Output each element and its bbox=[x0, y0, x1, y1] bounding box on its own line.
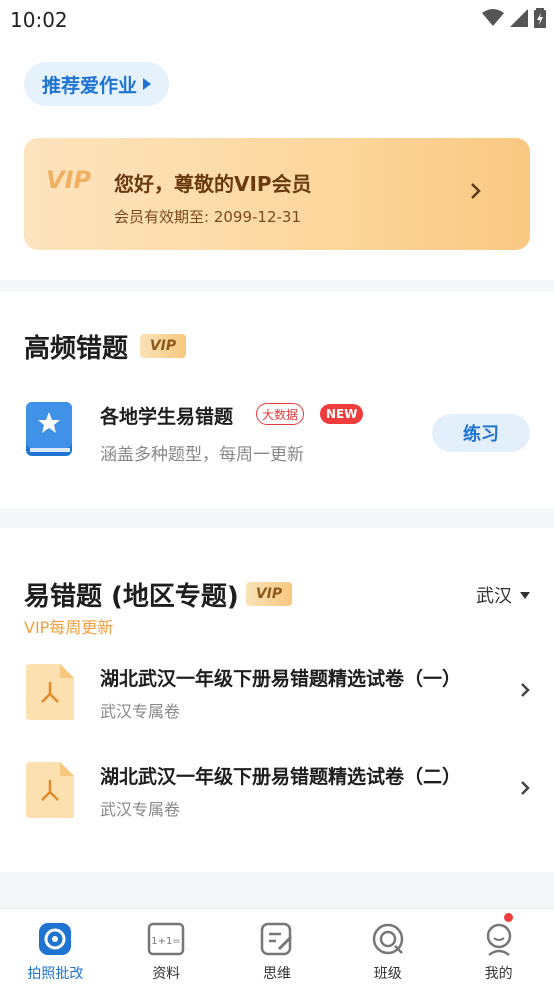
item-title: 各地学生易错题 bbox=[100, 406, 234, 428]
paper-subtitle: 武汉专属卷 bbox=[100, 800, 181, 819]
section-title: 易错题 (地区专题) bbox=[24, 582, 239, 612]
vip-member-card[interactable]: VIP 您好，尊敬的VIP会员 会员有效期至: 2099-12-31 bbox=[24, 138, 530, 250]
tab-label: 拍照批改 bbox=[27, 966, 84, 982]
paper-row[interactable]: 湖北武汉一年级下册易错题精选试卷（一） 武汉专属卷 bbox=[0, 658, 554, 728]
paper-subtitle: 武汉专属卷 bbox=[100, 702, 181, 721]
high-frequency-section: 高频错题 VIP 各地学生易错题 大数据 NEW 涵盖多种题型，每周一更新 练习 bbox=[0, 292, 554, 508]
recommend-button[interactable]: 推荐爱作业 bbox=[24, 62, 170, 106]
profile-icon bbox=[480, 921, 518, 957]
region-selector[interactable]: 武汉 bbox=[476, 582, 530, 608]
battery-icon bbox=[534, 8, 546, 28]
signal-icon bbox=[510, 9, 528, 27]
status-icons bbox=[482, 8, 546, 28]
tab-materials[interactable]: 1+1= 资料 bbox=[111, 909, 222, 984]
recommend-button-label: 推荐爱作业 bbox=[42, 74, 138, 97]
camera-check-icon bbox=[36, 921, 74, 957]
section-subtitle: VIP每周更新 bbox=[24, 618, 114, 637]
tab-label: 班级 bbox=[373, 966, 402, 982]
vip-badge: VIP bbox=[140, 334, 186, 358]
regional-section: 易错题 (地区专题) VIP 武汉 VIP每周更新 湖北武汉一年级下册易错题精选… bbox=[0, 528, 554, 872]
tab-label: 资料 bbox=[152, 966, 181, 982]
tab-thinking[interactable]: 思维 bbox=[222, 909, 333, 984]
vip-logo-icon: VIP bbox=[46, 166, 92, 192]
new-tag: NEW bbox=[320, 404, 364, 424]
top-section: 推荐爱作业 VIP 您好，尊敬的VIP会员 会员有效期至: 2099-12-31 bbox=[0, 38, 554, 280]
tab-class[interactable]: 班级 bbox=[332, 909, 443, 984]
chevron-right-icon bbox=[471, 183, 481, 199]
vip-greeting: 您好，尊敬的VIP会员 bbox=[114, 172, 312, 196]
class-icon bbox=[369, 921, 407, 957]
play-arrow-icon bbox=[143, 78, 152, 90]
paper-row[interactable]: 湖北武汉一年级下册易错题精选试卷（二） 武汉专属卷 bbox=[0, 756, 554, 826]
bigdata-tag: 大数据 bbox=[256, 403, 305, 425]
section-title: 高频错题 bbox=[24, 334, 129, 364]
status-bar: 10:02 bbox=[0, 0, 554, 38]
pdf-file-icon bbox=[26, 762, 74, 818]
materials-icon: 1+1= bbox=[147, 921, 185, 957]
svg-text:VIP: VIP bbox=[46, 166, 92, 192]
item-subtitle: 涵盖多种题型，每周一更新 bbox=[100, 445, 304, 465]
svg-text:1+1=: 1+1= bbox=[151, 936, 180, 947]
star-book-icon bbox=[26, 402, 72, 456]
tab-photo-correct[interactable]: 拍照批改 bbox=[0, 909, 111, 984]
status-time: 10:02 bbox=[10, 8, 68, 32]
tab-label: 我的 bbox=[484, 966, 513, 982]
wifi-icon bbox=[482, 9, 504, 26]
practice-button[interactable]: 练习 bbox=[432, 414, 530, 452]
vip-expiry: 会员有效期至: 2099-12-31 bbox=[114, 208, 301, 226]
bottom-tab-bar: 拍照批改 1+1= 资料 思维 班级 我的 bbox=[0, 908, 554, 984]
thinking-icon bbox=[258, 921, 296, 957]
chevron-right-icon bbox=[521, 781, 530, 795]
paper-title: 湖北武汉一年级下册易错题精选试卷（一） bbox=[100, 668, 462, 690]
tab-profile[interactable]: 我的 bbox=[443, 909, 554, 984]
chevron-right-icon bbox=[521, 683, 530, 697]
pdf-file-icon bbox=[26, 664, 74, 720]
tab-label: 思维 bbox=[262, 966, 291, 982]
region-label: 武汉 bbox=[476, 586, 512, 607]
paper-title: 湖北武汉一年级下册易错题精选试卷（二） bbox=[100, 766, 462, 788]
caret-down-icon bbox=[520, 591, 530, 599]
vip-badge: VIP bbox=[246, 582, 292, 606]
